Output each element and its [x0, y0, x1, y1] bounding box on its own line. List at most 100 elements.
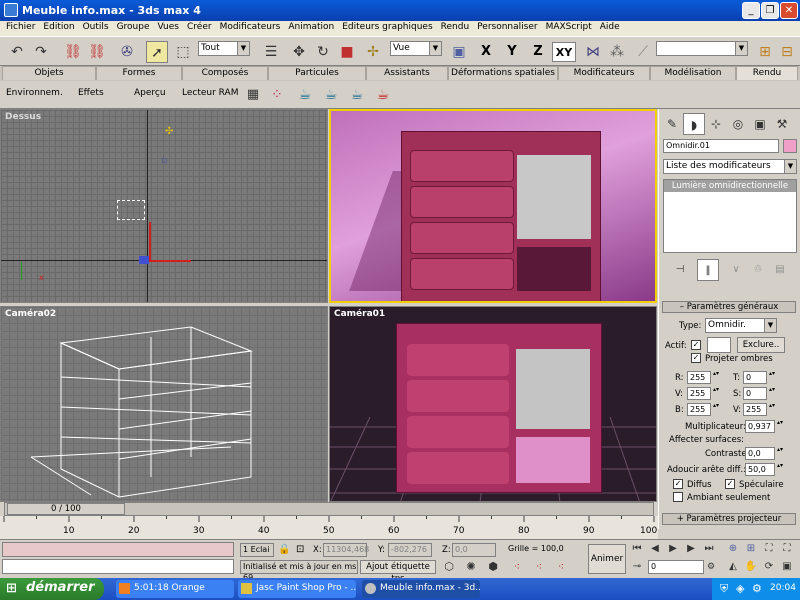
- menu-personnaliser[interactable]: Personnaliser: [473, 21, 541, 36]
- maximize-viewport-icon[interactable]: ▣: [778, 559, 796, 575]
- current-frame-field[interactable]: 0: [648, 560, 704, 574]
- snap-toggle-icon[interactable]: ⬡: [440, 558, 458, 576]
- pin-stack-icon[interactable]: ⊣: [669, 259, 691, 281]
- light-color-swatch[interactable]: [707, 337, 731, 353]
- tab-objets[interactable]: Objets: [2, 66, 96, 80]
- network-icon[interactable]: ⚙: [752, 582, 762, 595]
- lock-selection-icon[interactable]: 🔒: [278, 544, 290, 555]
- zoom-icon[interactable]: ⊕: [724, 541, 742, 557]
- menu-outils[interactable]: Outils: [79, 21, 113, 36]
- menu-groupe[interactable]: Groupe: [113, 21, 154, 36]
- shield-icon[interactable]: ⛨: [720, 582, 728, 596]
- light-on-checkbox[interactable]: ✓: [691, 340, 701, 350]
- omni-light-icon[interactable]: ✣: [165, 126, 173, 137]
- time-config-icon[interactable]: ⚙: [704, 559, 718, 575]
- pivot-center-icon[interactable]: ▣: [448, 41, 470, 63]
- light-type-dropdown[interactable]: Omnidir. ▼: [705, 318, 777, 333]
- target-icon[interactable]: ▫: [161, 156, 167, 166]
- redo-icon[interactable]: ↷: [30, 41, 52, 63]
- ram-player-button[interactable]: Lecteur RAM: [182, 88, 238, 98]
- absolute-mode-icon[interactable]: ⊡: [296, 544, 304, 555]
- green-spinner[interactable]: ▴▾: [712, 387, 720, 400]
- menu-aide[interactable]: Aide: [596, 21, 624, 36]
- soften-field[interactable]: 50,0: [745, 463, 775, 476]
- blue-field[interactable]: 255: [687, 403, 711, 416]
- menu-animation[interactable]: Animation: [284, 21, 338, 36]
- tab-formes[interactable]: Formes: [96, 66, 182, 80]
- rotate-icon[interactable]: ↻: [312, 41, 334, 63]
- display-tab-icon[interactable]: ▣: [749, 113, 771, 135]
- contrast-spinner[interactable]: ▴▾: [776, 447, 784, 460]
- track-view-icon[interactable]: ⊞: [754, 41, 776, 63]
- axis-x-button[interactable]: X: [476, 42, 496, 62]
- effects-button[interactable]: Effets: [78, 88, 104, 98]
- play-icon[interactable]: ▶: [664, 541, 682, 557]
- percent-snap-icon[interactable]: ⬢: [484, 558, 502, 576]
- tab-composes[interactable]: Composés: [182, 66, 268, 80]
- axis-z-button[interactable]: Z: [528, 42, 548, 62]
- stack-item[interactable]: Lumière omnidirectionnelle: [664, 180, 796, 192]
- x-coordinate-field[interactable]: 11304,468: [323, 543, 369, 557]
- utilities-tab-icon[interactable]: ⚒: [771, 113, 793, 135]
- tab-modelisation[interactable]: Modélisation: [650, 66, 736, 80]
- keyboard-shortcut-icon[interactable]: ⁖: [530, 558, 548, 576]
- tab-particules[interactable]: Particules: [268, 66, 366, 80]
- value-spinner[interactable]: ▴▾: [768, 403, 776, 416]
- modifier-list-dropdown[interactable]: Liste des modificateurs ▼: [663, 159, 797, 174]
- ambient-only-checkbox[interactable]: [673, 492, 683, 502]
- hue-spinner[interactable]: ▴▾: [768, 371, 776, 384]
- environment-button[interactable]: Environnem.: [6, 88, 63, 98]
- mirror-icon[interactable]: ⋈: [582, 41, 604, 63]
- menu-modificateurs[interactable]: Modificateurs: [216, 21, 285, 36]
- named-selection-dropdown[interactable]: ▼: [656, 41, 748, 56]
- hierarchy-tab-icon[interactable]: ⊹: [705, 113, 727, 135]
- make-unique-icon[interactable]: ∨: [725, 259, 747, 281]
- modifier-stack[interactable]: Lumière omnidirectionnelle: [663, 179, 797, 253]
- window-crossing-icon[interactable]: ⁖: [552, 558, 570, 576]
- modify-tab-icon[interactable]: ◗: [683, 113, 705, 135]
- tab-assistants[interactable]: Assistants: [366, 66, 448, 80]
- render-last-icon[interactable]: ☕: [346, 84, 368, 106]
- go-to-start-icon[interactable]: ⏮: [628, 541, 646, 557]
- zoom-extents-icon[interactable]: ⛶: [760, 541, 778, 557]
- select-arrow-icon[interactable]: ➚: [146, 41, 168, 63]
- menu-fichier[interactable]: Fichier: [2, 21, 39, 36]
- red-field[interactable]: 255: [687, 371, 711, 384]
- arc-rotate-icon[interactable]: ⟳: [760, 559, 778, 575]
- saturation-field[interactable]: 0: [743, 387, 767, 400]
- hue-field[interactable]: 0: [743, 371, 767, 384]
- tab-modificateurs[interactable]: Modificateurs: [558, 66, 650, 80]
- contrast-field[interactable]: 0,0: [745, 447, 775, 460]
- viewport-camera01[interactable]: Caméra01: [329, 306, 657, 502]
- key-mode-icon[interactable]: ⊸: [628, 559, 646, 575]
- array-icon[interactable]: ⁂: [606, 41, 628, 63]
- taskbar-item-orange[interactable]: 5:01:18 Orange: [116, 580, 234, 598]
- bind-spacewarp-icon[interactable]: ✇: [116, 41, 138, 63]
- quick-render-icon[interactable]: ☕: [320, 84, 342, 106]
- general-params-rollout[interactable]: – Paramètres généraux: [662, 301, 796, 313]
- diffuse-checkbox[interactable]: ✓: [673, 479, 683, 489]
- multiplier-spinner[interactable]: ▴▾: [776, 420, 784, 433]
- spinner-snap-icon[interactable]: ⁖: [508, 558, 526, 576]
- viewport-label-camera02[interactable]: Caméra02: [5, 309, 56, 319]
- start-button[interactable]: ⊞ démarrer: [0, 578, 104, 600]
- specular-checkbox[interactable]: ✓: [725, 479, 735, 489]
- exclude-button[interactable]: Exclure..: [737, 337, 785, 353]
- link-icon[interactable]: ⛓: [62, 41, 84, 63]
- selection-filter-dropdown[interactable]: Tout ▼: [198, 41, 250, 56]
- configure-sets-icon[interactable]: ▤: [769, 259, 791, 281]
- tab-deformations-spatiales[interactable]: Déformations spatiales: [448, 66, 558, 80]
- close-button[interactable]: ✕: [780, 2, 798, 19]
- projector-params-rollout[interactable]: + Paramètres projecteur: [662, 513, 796, 525]
- undo-icon[interactable]: ↶: [6, 41, 28, 63]
- furniture-object[interactable]: [117, 200, 145, 220]
- unlink-icon[interactable]: ⛓: [86, 41, 108, 63]
- object-name-field[interactable]: Omnidir.01: [663, 139, 779, 153]
- minimize-button[interactable]: _: [742, 2, 760, 19]
- menu-editeurs-graphiques[interactable]: Editeurs graphiques: [338, 21, 436, 36]
- object-color-swatch[interactable]: [783, 139, 797, 153]
- blue-spinner[interactable]: ▴▾: [712, 403, 720, 416]
- menu-maxscript[interactable]: MAXScript: [542, 21, 596, 36]
- cast-shadows-checkbox[interactable]: ✓: [691, 353, 701, 363]
- menu-creer[interactable]: Créer: [183, 21, 216, 36]
